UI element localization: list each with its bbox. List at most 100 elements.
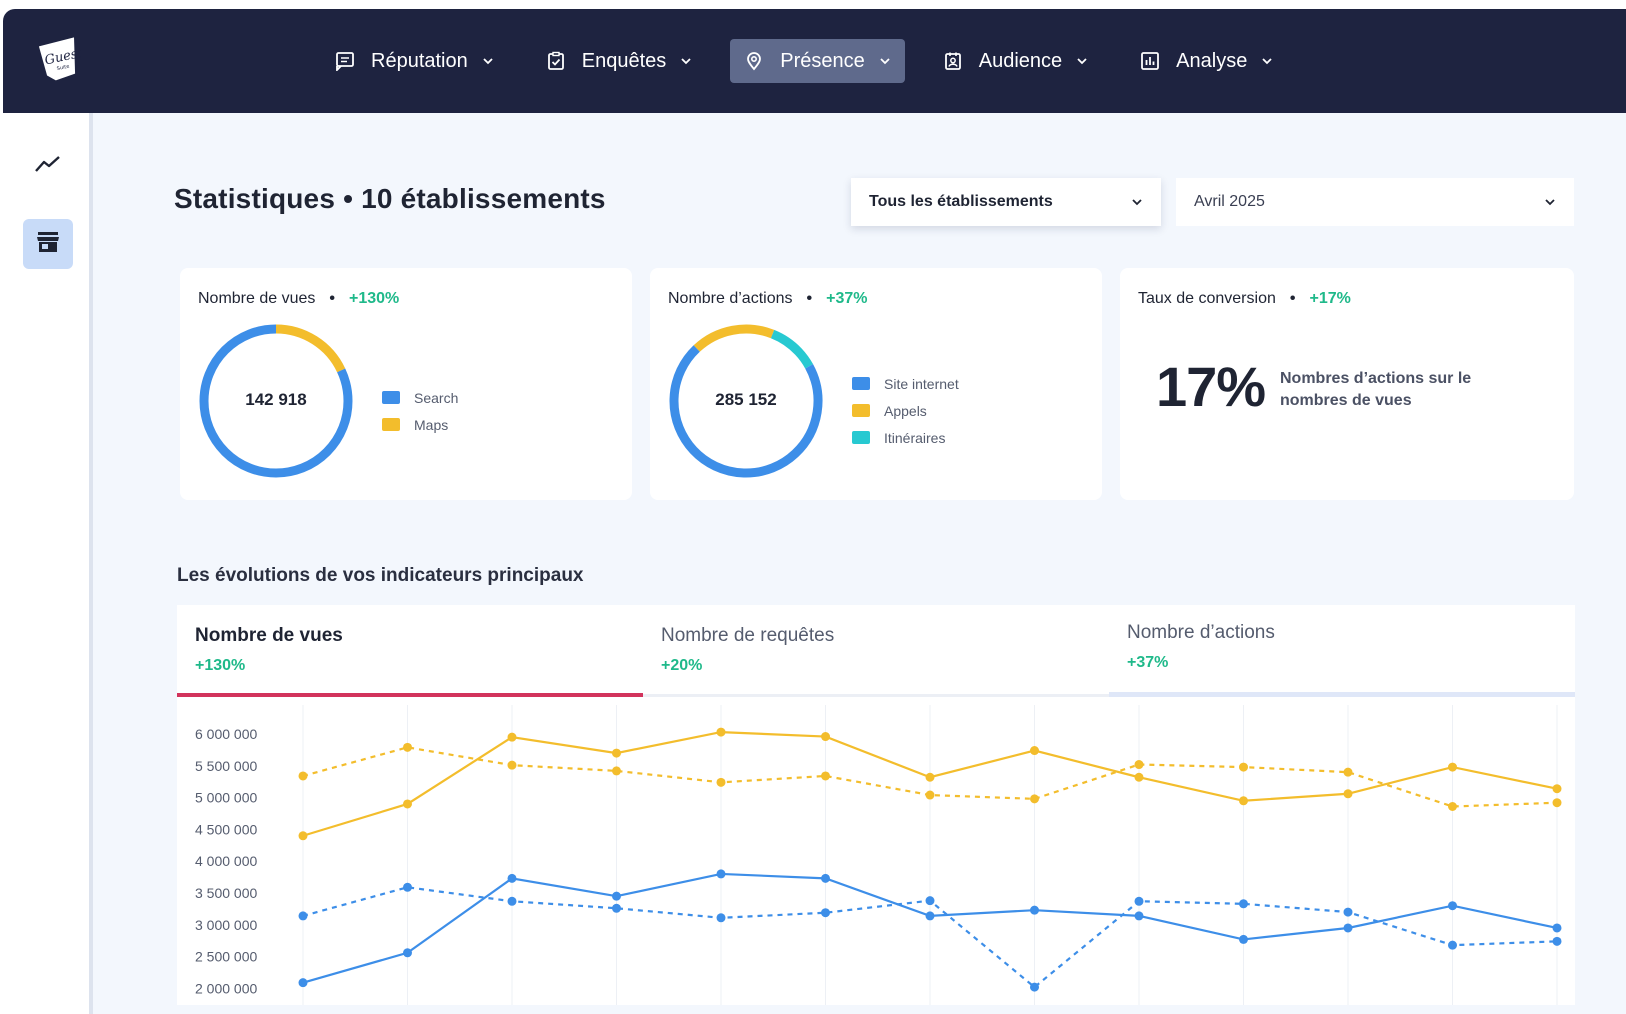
- nav-item-enquetes[interactable]: Enquêtes: [532, 39, 707, 83]
- legend-swatch: [852, 431, 870, 444]
- data-point: [925, 790, 935, 800]
- nav-label: Audience: [978, 49, 1063, 72]
- guest-suite-logo[interactable]: Guest Suite: [33, 36, 85, 84]
- data-point: [507, 873, 517, 883]
- clipboard-check-icon: [546, 51, 566, 71]
- data-point: [612, 891, 621, 901]
- data-point: [716, 777, 726, 787]
- data-point: [612, 748, 621, 758]
- card-title: Nombre d’actions: [668, 290, 793, 307]
- bar-chart-icon: [1140, 51, 1160, 71]
- tab-nombre-de-vues[interactable]: Nombre de vues +130%: [177, 605, 643, 697]
- nav-item-presence[interactable]: Présence: [730, 39, 905, 83]
- data-point: [1448, 901, 1457, 911]
- data-point: [1134, 911, 1144, 921]
- tab-nombre-de-requetes[interactable]: Nombre de requêtes +20%: [643, 605, 1109, 697]
- card-header: Nombre de vues • +130%: [198, 290, 399, 308]
- data-point: [507, 732, 517, 742]
- tab-change: +20%: [661, 657, 703, 674]
- data-point: [1448, 802, 1457, 812]
- chevron-down-icon: [1076, 55, 1088, 67]
- data-point: [298, 978, 308, 988]
- legend-label: Maps: [414, 416, 449, 433]
- data-point: [1343, 907, 1353, 917]
- tab-nombre-d-actions[interactable]: Nombre d’actions +37%: [1109, 605, 1575, 697]
- data-point: [1030, 905, 1039, 915]
- legend-label: Itinéraires: [884, 429, 946, 446]
- donut-total: 285 152: [715, 390, 777, 409]
- nav-item-reputation[interactable]: Réputation: [321, 39, 508, 83]
- data-point: [1448, 940, 1457, 950]
- y-tick-label: 5 000 000: [195, 790, 257, 806]
- legend-label: Site internet: [884, 375, 959, 392]
- data-point: [716, 913, 726, 923]
- data-point: [1030, 746, 1039, 756]
- data-point: [1239, 934, 1248, 944]
- separator-dot: •: [329, 290, 335, 307]
- conversion-description: Nombres d’actions sur le nombres de vues: [1280, 370, 1472, 409]
- nav-item-audience[interactable]: Audience: [929, 39, 1102, 83]
- chevron-down-icon: [680, 55, 692, 67]
- data-point: [1343, 923, 1353, 933]
- legend-item-search: Search: [382, 384, 458, 411]
- data-point: [925, 911, 935, 921]
- nav-label: Analyse: [1176, 49, 1248, 72]
- data-point: [821, 732, 830, 742]
- establishment-select-value: Tous les établissements: [869, 193, 1053, 210]
- data-point: [612, 766, 621, 776]
- actions-legend: Site internet Appels Itinéraires: [852, 370, 959, 451]
- data-point: [1552, 784, 1562, 794]
- card-title: Taux de conversion: [1138, 290, 1276, 307]
- sidebar-item-trends[interactable]: [23, 141, 73, 191]
- data-point: [1239, 899, 1248, 909]
- legend-item-itineraires: Itinéraires: [852, 424, 959, 451]
- data-point: [298, 911, 308, 921]
- views-card: Nombre de vues • +130% 142 918 Search Ma…: [180, 268, 632, 500]
- data-point: [1552, 798, 1562, 808]
- legend-item-appels: Appels: [852, 397, 959, 424]
- card-header: Nombre d’actions • +37%: [668, 290, 867, 308]
- data-point: [925, 772, 935, 782]
- nav-item-analyse[interactable]: Analyse: [1126, 39, 1287, 83]
- period-select[interactable]: Avril 2025: [1176, 178, 1574, 226]
- y-tick-label: 2 000 000: [195, 980, 257, 996]
- card-title: Nombre de vues: [198, 290, 316, 307]
- data-point: [821, 771, 830, 781]
- change-badge: +130%: [349, 290, 400, 307]
- data-point: [1134, 896, 1144, 906]
- data-point: [298, 831, 308, 841]
- data-point: [403, 799, 412, 809]
- sidebar-item-establishments[interactable]: [23, 219, 73, 269]
- data-point: [403, 742, 412, 752]
- tab-label: Nombre d’actions: [1127, 622, 1275, 643]
- legend-item-maps: Maps: [382, 411, 458, 438]
- data-point: [1448, 762, 1457, 772]
- data-point: [1552, 936, 1562, 946]
- separator-dot: •: [1289, 290, 1296, 307]
- donut-total: 142 918: [245, 390, 307, 409]
- data-point: [1134, 760, 1144, 770]
- chevron-down-icon: [1131, 196, 1143, 208]
- legend-swatch: [852, 377, 870, 390]
- establishment-select[interactable]: Tous les établissements: [851, 178, 1161, 226]
- data-point: [1343, 789, 1353, 799]
- store-icon: [36, 231, 60, 258]
- change-badge: +17%: [1309, 290, 1351, 307]
- y-tick-label: 5 500 000: [195, 758, 257, 774]
- data-point: [821, 908, 830, 918]
- section-title: Les évolutions de vos indicateurs princi…: [177, 565, 584, 586]
- y-tick-label: 3 000 000: [195, 917, 257, 933]
- data-point: [612, 903, 621, 913]
- indicator-tabs: Nombre de vues +130% Nombre de requêtes …: [177, 605, 1575, 697]
- conversion-card: Taux de conversion • +17% 17% Nombres d’…: [1120, 268, 1574, 500]
- data-point: [925, 896, 935, 906]
- y-tick-label: 4 500 000: [195, 821, 257, 837]
- change-badge: +37%: [826, 290, 868, 307]
- nav-label: Présence: [780, 49, 865, 72]
- top-navbar: Guest Suite Réputation Enquêtes Présence…: [3, 9, 1626, 113]
- data-point: [716, 727, 726, 737]
- card-header: Taux de conversion • +17%: [1138, 290, 1351, 308]
- nav-label: Enquêtes: [581, 49, 667, 72]
- legend-swatch: [382, 391, 400, 404]
- main-nav: Réputation Enquêtes Présence Audience An…: [321, 39, 1311, 83]
